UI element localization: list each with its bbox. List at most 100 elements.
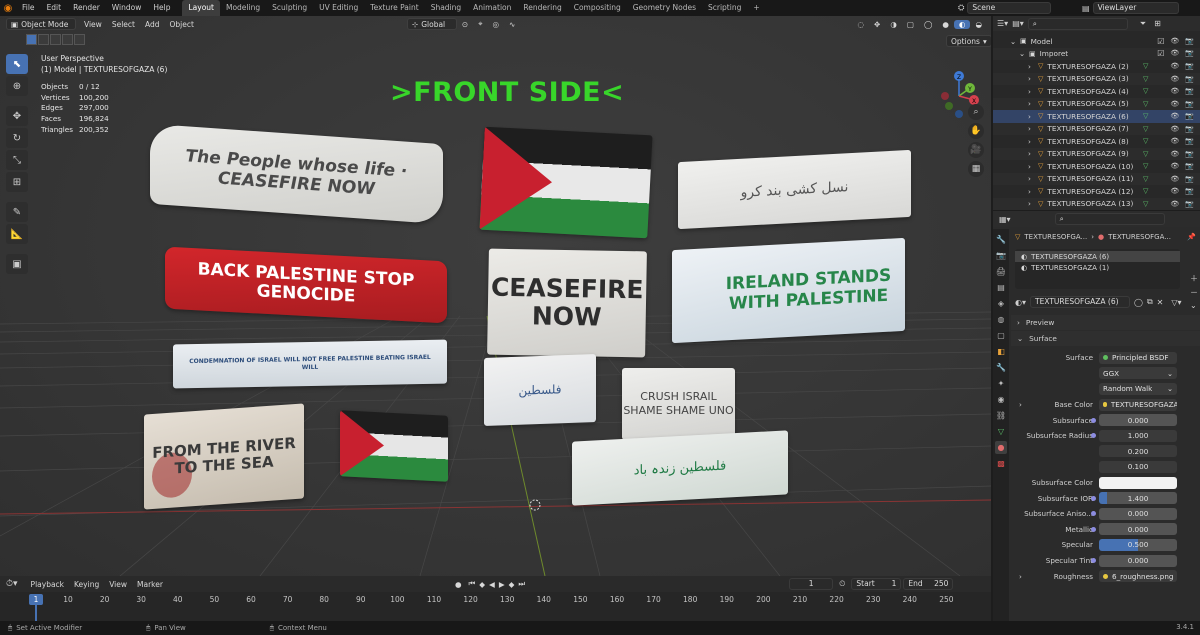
scale-tool-icon[interactable]: ⤡ xyxy=(6,150,28,170)
menu-render[interactable]: Render xyxy=(67,0,106,16)
visibility-eye-icon[interactable]: 👁 xyxy=(1170,100,1179,108)
mode-selector[interactable]: ▣ Object Mode xyxy=(6,18,76,30)
select-invert-icon[interactable] xyxy=(62,34,73,45)
property-value-field[interactable]: 1.400 xyxy=(1099,492,1177,505)
render-camera-icon[interactable]: 📷 xyxy=(1185,175,1194,183)
property-value-field[interactable]: 6_roughness.png xyxy=(1099,570,1177,583)
tab-rendering[interactable]: Rendering xyxy=(517,0,567,16)
render-camera-icon[interactable]: 📷 xyxy=(1185,49,1194,58)
viewport-menu-add[interactable]: Add xyxy=(140,20,165,29)
shading-material-icon[interactable]: ◐ xyxy=(953,19,971,29)
banner-urdu-small[interactable]: فلسطین xyxy=(484,354,596,426)
banner-ceasefire-now-center[interactable]: CEASEFIRE NOW xyxy=(487,248,647,358)
select-new-icon[interactable] xyxy=(26,34,37,45)
property-value-field[interactable]: GGX ⌄ xyxy=(1099,367,1177,380)
outliner-collection-row[interactable]: ⌄ ▣ Model ☑ 👁 📷 xyxy=(993,35,1200,48)
viewport-menu-select[interactable]: Select xyxy=(107,20,140,29)
render-camera-icon[interactable]: 📷 xyxy=(1185,137,1194,145)
outliner-object-row[interactable]: › ▽ TEXTURESOFGAZA (12) ▽ 👁 📷 xyxy=(993,185,1200,198)
annotate-tool-icon[interactable]: ✎ xyxy=(6,202,28,222)
tab-geometry-nodes[interactable]: Geometry Nodes xyxy=(627,0,702,16)
outliner-object-row[interactable]: › ▽ TEXTURESOFGAZA (7) ▽ 👁 📷 xyxy=(993,122,1200,135)
filter-icon[interactable]: ⏷ xyxy=(1140,19,1146,29)
transform-orientation-dropdown[interactable]: ⊹ Global xyxy=(406,18,457,30)
add-cube-tool-icon[interactable]: ▣ xyxy=(6,254,28,274)
property-value-field[interactable]: 0.000 xyxy=(1099,523,1177,536)
shading-wireframe-icon[interactable]: ◯ xyxy=(919,20,937,29)
preview-panel-header[interactable]: › Preview xyxy=(1011,315,1200,330)
exclude-checkbox-icon[interactable]: ☑ xyxy=(1157,49,1164,58)
pin-icon[interactable]: 📌 xyxy=(1187,233,1196,241)
tab-animation[interactable]: Animation xyxy=(467,0,517,16)
tab-shading[interactable]: Shading xyxy=(425,0,467,16)
shading-rendered-icon[interactable]: ◒ xyxy=(970,20,987,29)
xray-icon[interactable]: ▢ xyxy=(902,20,919,29)
play-reverse-icon[interactable]: ◀ xyxy=(487,580,497,589)
tab-sculpting[interactable]: Sculpting xyxy=(266,0,313,16)
expand-arrow-icon[interactable]: › xyxy=(1028,187,1038,196)
visibility-icon[interactable]: ◌ xyxy=(852,20,869,29)
mesh-data-icon[interactable]: ▽ xyxy=(1143,62,1148,70)
surface-panel-header[interactable]: ⌄ Surface xyxy=(1011,331,1200,346)
banner-urdu-green[interactable]: فلسطین زندہ باد xyxy=(572,430,788,506)
expand-arrow-icon[interactable]: › xyxy=(1028,112,1038,121)
timeline-menu-keying[interactable]: Keying xyxy=(69,580,104,589)
collection-tab-icon[interactable]: ▢ xyxy=(995,329,1007,342)
outliner-object-row[interactable]: › ▽ TEXTURESOFGAZA (3) ▽ 👁 📷 xyxy=(993,72,1200,85)
pan-hand-icon[interactable]: ✋ xyxy=(968,123,984,139)
scene-tab-icon[interactable]: ◈ xyxy=(995,297,1007,310)
banner-from-the-river[interactable]: FROM THE RIVER TO THE SEA xyxy=(144,403,304,510)
outliner-collection-row[interactable]: ⌄ ▣ Imporet ☑ 👁 📷 xyxy=(993,47,1200,60)
expand-arrow-icon[interactable]: › xyxy=(1028,174,1038,183)
properties-editor[interactable]: ▦▾ ⌕ 🔧 📷 🖨 ▤ ◈ ◍ ▢ ◧ 🔧 ✦ ◉ ⛓ ▽ ● ▩ ▽ TEX… xyxy=(993,211,1200,621)
mesh-data-icon[interactable]: ▽ xyxy=(1143,175,1148,183)
expand-arrow-icon[interactable]: › xyxy=(1019,400,1022,409)
gizmo-toggle-icon[interactable]: ✥ xyxy=(869,20,885,29)
material-name-field[interactable]: TEXTURESOFGAZA (6) xyxy=(1030,296,1130,308)
select-extend-icon[interactable] xyxy=(38,34,49,45)
menu-file[interactable]: File xyxy=(16,0,41,16)
grid-view-icon[interactable]: ▦ xyxy=(968,161,984,177)
property-value-field[interactable]: Random Walk ⌄ xyxy=(1099,382,1177,395)
tab-texture-paint[interactable]: Texture Paint xyxy=(364,0,424,16)
render-camera-icon[interactable]: 📷 xyxy=(1185,75,1194,83)
outliner-object-row[interactable]: › ▽ TEXTURESOFGAZA (9) ▽ 👁 📷 xyxy=(993,147,1200,160)
banner-palestine-flag-2[interactable] xyxy=(340,410,448,482)
tab-scripting[interactable]: Scripting xyxy=(702,0,747,16)
material-tab-icon[interactable]: ● xyxy=(995,441,1007,454)
banner-crush-israil[interactable]: CRUSH ISRAIL SHAME SHAME UNO xyxy=(622,368,735,440)
visibility-eye-icon[interactable]: 👁 xyxy=(1170,162,1179,170)
expand-arrow-icon[interactable]: › xyxy=(1028,162,1038,171)
render-camera-icon[interactable]: 📷 xyxy=(1185,37,1194,46)
cursor-tool-icon[interactable]: ⊕ xyxy=(6,76,28,96)
record-icon[interactable]: ● xyxy=(450,580,467,589)
duplicate-material-icon[interactable]: ⧉ xyxy=(1147,297,1153,307)
link-type-icon[interactable]: ▽▾ xyxy=(1171,298,1181,307)
render-tab-icon[interactable]: 📷 xyxy=(995,249,1007,262)
mesh-data-icon[interactable]: ▽ xyxy=(1143,200,1148,208)
proportional-edit-icon[interactable]: ◎ xyxy=(487,20,504,29)
visibility-eye-icon[interactable]: 👁 xyxy=(1170,200,1179,208)
render-camera-icon[interactable]: 📷 xyxy=(1185,150,1194,158)
property-value-field[interactable]: TEXTURESOFGAZA (6)... xyxy=(1099,398,1177,411)
add-workspace-button[interactable]: + xyxy=(747,0,765,16)
property-value-field[interactable]: 0.100 xyxy=(1099,460,1177,473)
expand-arrow-icon[interactable]: › xyxy=(1028,62,1038,71)
mesh-data-icon[interactable]: ▽ xyxy=(1143,150,1148,158)
expand-arrow-icon[interactable]: › xyxy=(1028,74,1038,83)
expand-arrow-icon[interactable]: › xyxy=(1028,124,1038,133)
outliner-object-row[interactable]: › ▽ TEXTURESOFGAZA (8) ▽ 👁 📷 xyxy=(993,135,1200,148)
snap-icon[interactable]: ⌖ xyxy=(473,19,487,29)
outliner-object-row[interactable]: › ▽ TEXTURESOFGAZA (11) ▽ 👁 📷 xyxy=(993,172,1200,185)
viewport-menu-view[interactable]: View xyxy=(79,20,107,29)
data-tab-icon[interactable]: ▽ xyxy=(995,425,1007,438)
world-tab-icon[interactable]: ◍ xyxy=(995,313,1007,326)
move-tool-icon[interactable]: ✥ xyxy=(6,106,28,126)
mesh-data-icon[interactable]: ▽ xyxy=(1143,75,1148,83)
property-value-field[interactable]: 0.200 xyxy=(1099,445,1177,458)
visibility-eye-icon[interactable]: 👁 xyxy=(1170,87,1179,95)
timeline-ruler[interactable]: 10 20 30 40 50 60 70 80 90 100 110 120 130 140 150 160 1… xyxy=(0,593,991,607)
expand-arrow-icon[interactable]: › xyxy=(1019,572,1022,581)
property-value-field[interactable] xyxy=(1099,476,1177,489)
expand-arrow-icon[interactable]: › xyxy=(1028,199,1038,208)
